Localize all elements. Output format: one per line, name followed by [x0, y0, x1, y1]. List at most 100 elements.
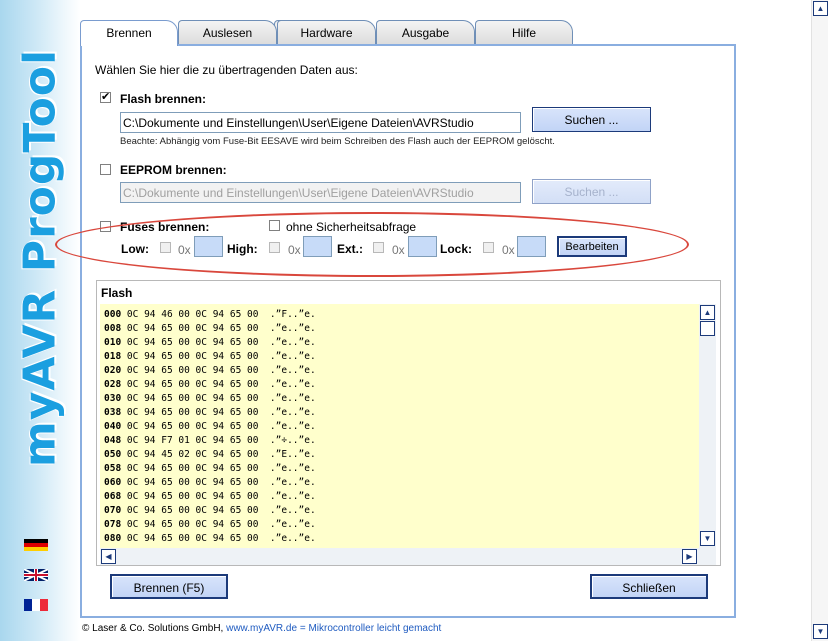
- tab-brennen-label: Brennen: [106, 26, 152, 40]
- website-link[interactable]: www.myAVR.de: [226, 623, 297, 634]
- tab-hilfe-label: Hilfe: [511, 26, 536, 40]
- scroll-thumb[interactable]: [700, 321, 715, 336]
- hex-bytes: 0C 94 45 02 0C 94 65 00: [126, 449, 259, 460]
- tab-auslesen[interactable]: Auslesen: [178, 20, 277, 45]
- hex-ascii: .”F..”e.: [269, 309, 316, 320]
- hex-dump[interactable]: 000 0C 94 46 00 0C 94 65 00 .”F..”e. 008 …: [100, 304, 699, 548]
- hex-ascii: .”÷..”e.: [269, 435, 316, 446]
- eeprom-checkbox[interactable]: [100, 164, 111, 175]
- hex-address: 050: [104, 449, 122, 460]
- hex-address: 060: [104, 477, 122, 488]
- hex-row: 010 0C 94 65 00 0C 94 65 00 .”e..”e.: [104, 336, 316, 350]
- hex-ascii: .”e..”e.: [269, 477, 316, 488]
- hex-address: 040: [104, 421, 122, 432]
- tab-hardware[interactable]: Hardware: [277, 20, 376, 45]
- hex-bytes: 0C 94 65 00 0C 94 65 00: [126, 491, 259, 502]
- close-button[interactable]: Schließen: [590, 574, 708, 599]
- footer: © Laser & Co. Solutions GmbH, www.myAVR.…: [82, 623, 441, 634]
- hex-address: 068: [104, 491, 122, 502]
- hex-bytes: 0C 94 65 00 0C 94 65 00: [126, 365, 259, 376]
- tab-ausgabe[interactable]: Ausgabe: [376, 20, 475, 45]
- hex-ascii: .”e..”e.: [269, 533, 316, 544]
- flash-label: Flash brennen:: [120, 92, 207, 106]
- hex-ascii: .”e..”e.: [269, 351, 316, 362]
- hex-address: 078: [104, 519, 122, 530]
- hex-ascii: .”e..”e.: [269, 491, 316, 502]
- hex-ascii: .”e..”e.: [269, 407, 316, 418]
- scroll-left-icon[interactable]: ◀: [101, 549, 116, 564]
- hex-ascii: .”e..”e.: [269, 421, 316, 432]
- hex-address: 038: [104, 407, 122, 418]
- window-scrollbar[interactable]: ▲ ▼: [811, 0, 828, 641]
- hex-ascii: .”e..”e.: [269, 463, 316, 474]
- hex-bytes: 0C 94 F7 01 0C 94 65 00: [126, 435, 259, 446]
- flash-view: Flash 000 0C 94 46 00 0C 94 65 00 .”F..”…: [96, 280, 721, 566]
- footer-separator: =: [299, 623, 306, 634]
- scroll-up-icon[interactable]: ▲: [700, 305, 715, 320]
- hex-row: 060 0C 94 65 00 0C 94 65 00 .”e..”e.: [104, 476, 316, 490]
- hex-bytes: 0C 94 65 00 0C 94 65 00: [126, 505, 259, 516]
- hex-address: 080: [104, 533, 122, 544]
- left-sidebar: myAVR ProgTool: [0, 0, 80, 641]
- footer-tagline: Mikrocontroller leicht gemacht: [308, 623, 442, 634]
- hex-address: 070: [104, 505, 122, 516]
- hex-row: 050 0C 94 45 02 0C 94 65 00 .”E..”e.: [104, 448, 316, 462]
- window-scroll-up-icon[interactable]: ▲: [813, 1, 828, 16]
- tab-hardware-label: Hardware: [300, 26, 353, 40]
- flash-checkbox[interactable]: [100, 90, 111, 103]
- hex-bytes: 0C 94 65 00 0C 94 65 00: [126, 533, 259, 544]
- hex-bytes: 0C 94 65 00 0C 94 65 00: [126, 337, 259, 348]
- tab-auslesen-label: Auslesen: [202, 26, 253, 40]
- eeprom-search-button[interactable]: Suchen ...: [532, 179, 651, 204]
- hex-bytes: 0C 94 65 00 0C 94 65 00: [126, 407, 259, 418]
- hex-row: 040 0C 94 65 00 0C 94 65 00 .”e..”e.: [104, 420, 316, 434]
- hex-address: 058: [104, 463, 122, 474]
- hex-row: 028 0C 94 65 00 0C 94 65 00 .”e..”e.: [104, 378, 316, 392]
- hex-row: 070 0C 94 65 00 0C 94 65 00 .”e..”e.: [104, 504, 316, 518]
- hex-row: 038 0C 94 65 00 0C 94 65 00 .”e..”e.: [104, 406, 316, 420]
- intro-text: Wählen Sie hier die zu übertragenden Dat…: [95, 63, 358, 77]
- hex-row: 058 0C 94 65 00 0C 94 65 00 .”e..”e.: [104, 462, 316, 476]
- vertical-scrollbar[interactable]: ▲ ▼: [699, 304, 716, 548]
- hex-bytes: 0C 94 65 00 0C 94 65 00: [126, 351, 259, 362]
- hex-bytes: 0C 94 46 00 0C 94 65 00: [126, 309, 259, 320]
- brennen-panel: Wählen Sie hier die zu übertragenden Dat…: [55, 44, 736, 618]
- hex-ascii: .”e..”e.: [269, 323, 316, 334]
- flash-path-field[interactable]: C:\Dokumente und Einstellungen\User\Eige…: [120, 112, 521, 133]
- highlight-ellipse: [55, 212, 689, 277]
- hex-row: 008 0C 94 65 00 0C 94 65 00 .”e..”e.: [104, 322, 316, 336]
- hex-ascii: .”e..”e.: [269, 379, 316, 390]
- hex-ascii: .”e..”e.: [269, 505, 316, 516]
- hex-row: 080 0C 94 65 00 0C 94 65 00 .”e..”e.: [104, 532, 316, 546]
- tab-brennen[interactable]: Brennen: [80, 20, 178, 46]
- eeprom-path-field[interactable]: C:\Dokumente und Einstellungen\User\Eige…: [120, 182, 521, 203]
- german-flag-icon[interactable]: [24, 539, 48, 551]
- hex-row: 048 0C 94 F7 01 0C 94 65 00 .”÷..”e.: [104, 434, 316, 448]
- hex-bytes: 0C 94 65 00 0C 94 65 00: [126, 519, 259, 530]
- hex-ascii: .”e..”e.: [269, 519, 316, 530]
- british-flag-icon[interactable]: [24, 569, 48, 581]
- hex-address: 020: [104, 365, 122, 376]
- logo-text: myAVR ProgTool: [14, 48, 66, 468]
- hex-row: 068 0C 94 65 00 0C 94 65 00 .”e..”e.: [104, 490, 316, 504]
- hex-bytes: 0C 94 65 00 0C 94 65 00: [126, 421, 259, 432]
- scroll-down-icon[interactable]: ▼: [700, 531, 715, 546]
- hex-ascii: .”e..”e.: [269, 365, 316, 376]
- hex-bytes: 0C 94 65 00 0C 94 65 00: [126, 323, 259, 334]
- scroll-right-icon[interactable]: ▶: [682, 549, 697, 564]
- horizontal-scrollbar[interactable]: ◀ ▶: [100, 548, 716, 565]
- hex-bytes: 0C 94 65 00 0C 94 65 00: [126, 477, 259, 488]
- hex-row: 020 0C 94 65 00 0C 94 65 00 .”e..”e.: [104, 364, 316, 378]
- flash-search-button[interactable]: Suchen ...: [532, 107, 651, 132]
- hex-bytes: 0C 94 65 00 0C 94 65 00: [126, 463, 259, 474]
- hex-bytes: 0C 94 65 00 0C 94 65 00: [126, 379, 259, 390]
- hex-row: 000 0C 94 46 00 0C 94 65 00 .”F..”e.: [104, 308, 316, 322]
- window-scroll-down-icon[interactable]: ▼: [813, 624, 828, 639]
- hex-address: 030: [104, 393, 122, 404]
- burn-button[interactable]: Brennen (F5): [110, 574, 228, 599]
- hex-ascii: .”e..”e.: [269, 393, 316, 404]
- french-flag-icon[interactable]: [24, 599, 48, 611]
- hex-row: 030 0C 94 65 00 0C 94 65 00 .”e..”e.: [104, 392, 316, 406]
- tab-hilfe[interactable]: Hilfe: [475, 20, 573, 45]
- hex-address: 028: [104, 379, 122, 390]
